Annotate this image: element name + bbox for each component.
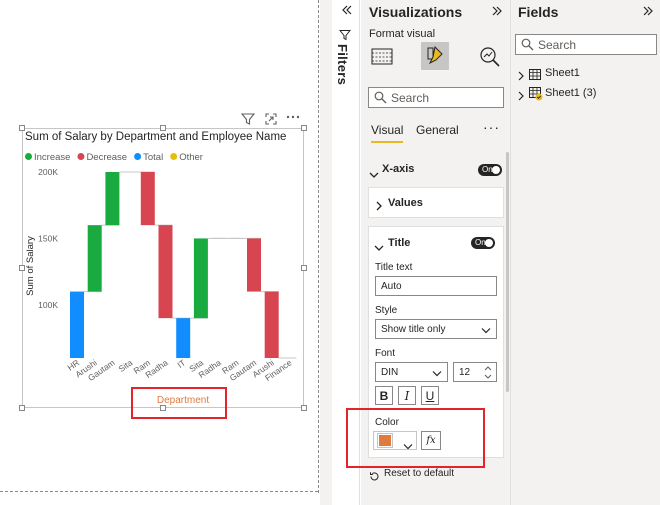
chevron-down-icon[interactable] [374, 239, 384, 257]
legend-marker [77, 153, 85, 160]
waterfall-bar[interactable] [87, 225, 102, 292]
visualizations-title: Visualizations [369, 4, 463, 20]
waterfall-bar[interactable] [264, 291, 279, 358]
waterfall-bar[interactable] [176, 318, 191, 358]
canvas-edge-bottom [0, 491, 318, 492]
pane-gutter [320, 0, 332, 505]
search-placeholder: Search [391, 91, 430, 105]
table-name: Sheet1 [545, 67, 580, 79]
waterfall-bar[interactable] [105, 172, 120, 226]
y-tick-label: 100K [38, 300, 58, 310]
italic-button[interactable]: I [398, 386, 416, 405]
table-in-use-icon [529, 87, 543, 106]
title-section-label[interactable]: Title [388, 237, 410, 249]
font-family-value: DIN [381, 367, 399, 378]
values-section-label[interactable]: Values [388, 197, 423, 209]
waterfall-bar[interactable] [70, 291, 84, 358]
legend-label: Increase [34, 152, 70, 163]
analytics-icon[interactable] [477, 44, 503, 70]
chart-legend: Increase Decrease Total Other [25, 152, 203, 163]
title-toggle[interactable]: On [471, 237, 495, 249]
waterfall-bar[interactable] [193, 238, 208, 319]
table-icon [529, 67, 541, 85]
search-icon [374, 91, 387, 109]
format-paintbrush-icon[interactable] [422, 43, 448, 69]
x-axis-section-label[interactable]: X-axis [382, 163, 414, 175]
collapse-fields-icon[interactable] [641, 4, 655, 21]
format-visual-label: Format visual [369, 28, 436, 40]
style-select-value: Show title only [381, 324, 446, 335]
pane-scrollbar[interactable] [506, 152, 509, 392]
legend-label: Total [143, 152, 163, 163]
chevron-right-icon [517, 68, 525, 86]
legend-label: Other [179, 152, 203, 163]
table-item-sheet1[interactable]: Sheet1 [517, 66, 657, 82]
stepper-arrows-icon[interactable] [484, 365, 492, 383]
x-axis: HRArushiGautam SitaRamRadha IT SitaRadhaRam… [65, 357, 293, 383]
bold-button[interactable]: B [375, 386, 393, 405]
legend-label: Decrease [86, 152, 127, 163]
search-icon [521, 38, 534, 56]
search-placeholder: Search [538, 38, 577, 52]
style-label: Style [375, 305, 398, 316]
visualizations-search-input[interactable]: Search [368, 87, 504, 108]
waterfall-bar[interactable] [140, 172, 155, 226]
y-tick-label: 150K [38, 233, 58, 243]
reset-icon[interactable] [369, 469, 380, 487]
style-select[interactable]: Show title only [375, 319, 497, 339]
font-size-stepper[interactable]: 12 [453, 362, 497, 382]
filters-pane-title[interactable]: Filters [335, 44, 350, 85]
reset-to-default-button[interactable]: Reset to default [384, 468, 454, 479]
legend-marker [170, 153, 178, 160]
title-text-label: Title text [375, 262, 413, 273]
y-tick-label: 200K [38, 167, 58, 177]
highlight-box [131, 387, 227, 419]
chevron-right-icon[interactable] [375, 198, 383, 216]
waterfall-bar[interactable] [247, 238, 261, 292]
table-item-sheet1-3[interactable]: Sheet1 (3) [517, 86, 657, 102]
font-label: Font [375, 348, 396, 359]
tab-visual[interactable]: Visual [371, 123, 403, 137]
collapse-visualizations-icon[interactable] [490, 4, 504, 21]
fields-title: Fields [518, 4, 559, 20]
font-family-select[interactable]: DIN [375, 362, 448, 382]
legend-marker [134, 153, 142, 160]
table-name: Sheet1 (3) [545, 87, 597, 99]
x-tick-label: Sita [117, 357, 135, 374]
build-visual-icon[interactable] [369, 44, 395, 70]
chevron-down-icon[interactable] [369, 166, 379, 184]
title-text-input[interactable]: Auto [375, 276, 497, 296]
underline-button[interactable]: U [421, 386, 439, 405]
x-axis-toggle[interactable]: On [478, 164, 502, 176]
chart-title: Sum of Salary by Department and Employee… [25, 131, 286, 143]
fields-search-input[interactable]: Search [515, 34, 657, 55]
chart-bars [70, 171, 297, 359]
collapse-filters-icon[interactable] [340, 3, 354, 22]
more-tabs-button[interactable]: ··· [483, 119, 500, 135]
chevron-down-icon [432, 369, 442, 380]
y-axis: 100K 150K 200K [38, 167, 58, 310]
highlight-box [346, 408, 485, 468]
x-tick-label: IT [175, 357, 187, 370]
legend-marker [25, 153, 32, 160]
active-tab-indicator [371, 141, 403, 143]
chevron-down-icon [481, 326, 491, 337]
font-size-value: 12 [459, 367, 471, 378]
waterfall-bar[interactable] [158, 225, 173, 319]
chevron-right-icon [517, 88, 525, 106]
tab-general[interactable]: General [416, 123, 459, 137]
y-axis-title: Sum of Salary [25, 236, 36, 296]
canvas-edge [318, 0, 319, 493]
